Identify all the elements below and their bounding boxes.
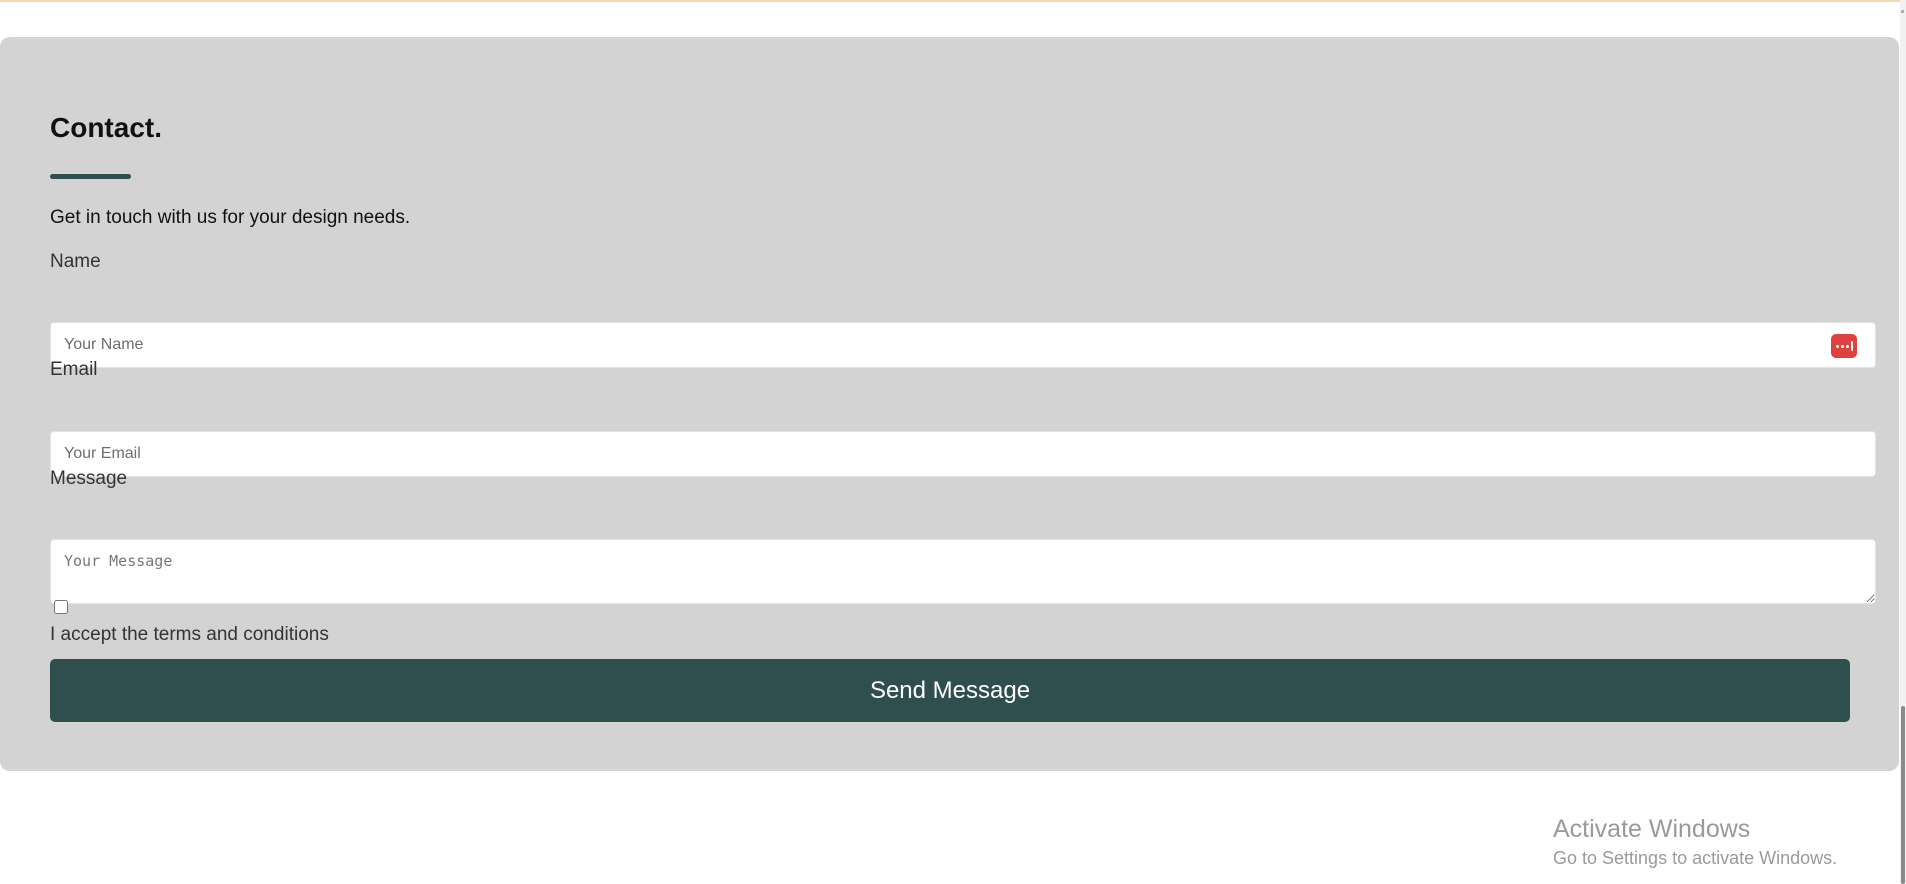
contact-section: Contact. Get in touch with us for your d… xyxy=(0,37,1899,771)
password-manager-icon[interactable] xyxy=(1831,334,1857,358)
contact-subtitle: Get in touch with us for your design nee… xyxy=(50,207,411,228)
terms-checkbox[interactable] xyxy=(54,600,68,614)
email-label: Email xyxy=(50,359,98,380)
activate-windows-watermark: Activate Windows Go to Settings to activ… xyxy=(1553,815,1837,869)
send-message-button[interactable]: Send Message xyxy=(50,659,1850,722)
page-scrollbar[interactable] xyxy=(1900,0,1906,884)
contact-title: Contact. xyxy=(50,112,162,143)
terms-label[interactable]: I accept the terms and conditions xyxy=(50,624,329,646)
message-label: Message xyxy=(50,468,128,489)
watermark-title: Activate Windows xyxy=(1553,815,1751,843)
watermark-subtitle: Go to Settings to activate Windows. xyxy=(1553,848,1838,868)
name-input[interactable] xyxy=(50,322,1876,368)
top-divider xyxy=(0,0,1906,2)
title-underline xyxy=(50,174,131,179)
name-label: Name xyxy=(50,251,101,272)
email-input[interactable] xyxy=(50,431,1876,477)
message-textarea[interactable] xyxy=(50,539,1876,604)
scrollbar-top-marker xyxy=(1901,10,1904,13)
scrollbar-thumb[interactable] xyxy=(1901,706,1905,884)
